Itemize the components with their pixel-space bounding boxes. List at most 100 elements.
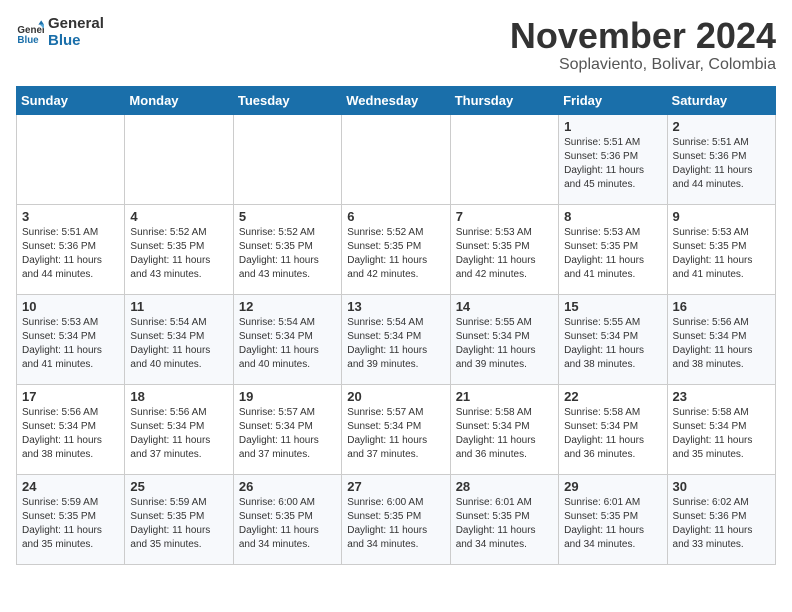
day-number: 6	[347, 209, 444, 224]
page-header: General Blue General Blue November 2024 …	[16, 16, 776, 74]
day-info: Sunrise: 6:01 AMSunset: 5:35 PMDaylight:…	[456, 496, 553, 552]
logo: General Blue General Blue	[16, 16, 104, 49]
day-info: Sunrise: 5:52 AMSunset: 5:35 PMDaylight:…	[239, 226, 336, 282]
day-number: 5	[239, 209, 336, 224]
day-number: 17	[22, 389, 119, 404]
day-number: 29	[564, 479, 661, 494]
day-number: 25	[130, 479, 227, 494]
calendar-cell: 16 Sunrise: 5:56 AMSunset: 5:34 PMDayligh…	[667, 294, 775, 384]
calendar-cell: 8 Sunrise: 5:53 AMSunset: 5:35 PMDaylight…	[559, 204, 667, 294]
day-number: 12	[239, 299, 336, 314]
calendar-cell: 22 Sunrise: 5:58 AMSunset: 5:34 PMDayligh…	[559, 384, 667, 474]
calendar-cell: 6 Sunrise: 5:52 AMSunset: 5:35 PMDaylight…	[342, 204, 450, 294]
calendar-week-3: 10 Sunrise: 5:53 AMSunset: 5:34 PMDayligh…	[17, 294, 776, 384]
calendar-header: SundayMondayTuesdayWednesdayThursdayFrid…	[17, 86, 776, 114]
calendar-cell: 4Sunrise: 5:52 AMSunset: 5:35 PMDaylight…	[125, 204, 233, 294]
day-info: Sunrise: 5:58 AMSunset: 5:34 PMDaylight:…	[456, 406, 553, 462]
calendar-cell: 26Sunrise: 6:00 AMSunset: 5:35 PMDayligh…	[233, 474, 341, 564]
calendar-cell: 30 Sunrise: 6:02 AMSunset: 5:36 PMDayligh…	[667, 474, 775, 564]
month-year: November 2024	[510, 16, 776, 56]
calendar-cell: 15Sunrise: 5:55 AMSunset: 5:34 PMDayligh…	[559, 294, 667, 384]
weekday-header-tuesday: Tuesday	[233, 86, 341, 114]
weekday-header-friday: Friday	[559, 86, 667, 114]
calendar-cell: 11 Sunrise: 5:54 AMSunset: 5:34 PMDayligh…	[125, 294, 233, 384]
calendar-cell	[233, 114, 341, 204]
calendar-cell: 25 Sunrise: 5:59 AMSunset: 5:35 PMDayligh…	[125, 474, 233, 564]
day-number: 4	[130, 209, 227, 224]
day-info: Sunrise: 5:56 AMSunset: 5:34 PMDaylight:…	[673, 316, 770, 372]
calendar-cell: 3Sunrise: 5:51 AMSunset: 5:36 PMDaylight…	[17, 204, 125, 294]
day-number: 8	[564, 209, 661, 224]
day-info: Sunrise: 5:51 AMSunset: 5:36 PMDaylight:…	[22, 226, 119, 282]
weekday-header-saturday: Saturday	[667, 86, 775, 114]
day-info: Sunrise: 6:02 AMSunset: 5:36 PMDaylight:…	[673, 496, 770, 552]
day-info: Sunrise: 5:57 AMSunset: 5:34 PMDaylight:…	[239, 406, 336, 462]
day-info: Sunrise: 6:00 AMSunset: 5:35 PMDaylight:…	[347, 496, 444, 552]
day-info: Sunrise: 5:54 AMSunset: 5:34 PMDaylight:…	[239, 316, 336, 372]
day-info: Sunrise: 5:55 AMSunset: 5:34 PMDaylight:…	[456, 316, 553, 372]
day-number: 18	[130, 389, 227, 404]
calendar-cell: 19 Sunrise: 5:57 AMSunset: 5:34 PMDayligh…	[233, 384, 341, 474]
weekday-header-monday: Monday	[125, 86, 233, 114]
day-info: Sunrise: 5:58 AMSunset: 5:34 PMDaylight:…	[673, 406, 770, 462]
weekday-header-wednesday: Wednesday	[342, 86, 450, 114]
weekday-header-row: SundayMondayTuesdayWednesdayThursdayFrid…	[17, 86, 776, 114]
day-info: Sunrise: 5:54 AMSunset: 5:34 PMDaylight:…	[347, 316, 444, 372]
day-info: Sunrise: 5:51 AMSunset: 5:36 PMDaylight:…	[673, 136, 770, 192]
calendar-cell: 23Sunrise: 5:58 AMSunset: 5:34 PMDayligh…	[667, 384, 775, 474]
day-number: 24	[22, 479, 119, 494]
calendar-cell: 27 Sunrise: 6:00 AMSunset: 5:35 PMDayligh…	[342, 474, 450, 564]
calendar-cell: 7Sunrise: 5:53 AMSunset: 5:35 PMDaylight…	[450, 204, 558, 294]
day-number: 10	[22, 299, 119, 314]
day-number: 22	[564, 389, 661, 404]
day-info: Sunrise: 5:53 AMSunset: 5:35 PMDaylight:…	[564, 226, 661, 282]
day-number: 14	[456, 299, 553, 314]
location: Soplaviento, Bolivar, Colombia	[510, 56, 776, 74]
day-number: 20	[347, 389, 444, 404]
calendar-cell: 10 Sunrise: 5:53 AMSunset: 5:34 PMDayligh…	[17, 294, 125, 384]
day-number: 2	[673, 119, 770, 134]
day-number: 30	[673, 479, 770, 494]
day-info: Sunrise: 5:54 AMSunset: 5:34 PMDaylight:…	[130, 316, 227, 372]
day-info: Sunrise: 5:52 AMSunset: 5:35 PMDaylight:…	[347, 226, 444, 282]
day-info: Sunrise: 5:56 AMSunset: 5:34 PMDaylight:…	[22, 406, 119, 462]
day-number: 28	[456, 479, 553, 494]
day-info: Sunrise: 5:59 AMSunset: 5:35 PMDaylight:…	[130, 496, 227, 552]
day-number: 11	[130, 299, 227, 314]
day-info: Sunrise: 5:56 AMSunset: 5:34 PMDaylight:…	[130, 406, 227, 462]
calendar-cell	[125, 114, 233, 204]
logo-icon: General Blue	[16, 19, 44, 47]
day-number: 19	[239, 389, 336, 404]
calendar-week-4: 17 Sunrise: 5:56 AMSunset: 5:34 PMDayligh…	[17, 384, 776, 474]
weekday-header-thursday: Thursday	[450, 86, 558, 114]
day-info: Sunrise: 5:53 AMSunset: 5:34 PMDaylight:…	[22, 316, 119, 372]
day-number: 7	[456, 209, 553, 224]
day-info: Sunrise: 5:58 AMSunset: 5:34 PMDaylight:…	[564, 406, 661, 462]
day-number: 1	[564, 119, 661, 134]
calendar-cell: 9Sunrise: 5:53 AMSunset: 5:35 PMDaylight…	[667, 204, 775, 294]
calendar-week-1: 1 Sunrise: 5:51 AMSunset: 5:36 PMDaylight…	[17, 114, 776, 204]
day-number: 15	[564, 299, 661, 314]
calendar-cell: 14 Sunrise: 5:55 AMSunset: 5:34 PMDayligh…	[450, 294, 558, 384]
day-number: 27	[347, 479, 444, 494]
weekday-header-sunday: Sunday	[17, 86, 125, 114]
title-block: November 2024 Soplaviento, Bolivar, Colo…	[510, 16, 776, 74]
calendar-week-5: 24 Sunrise: 5:59 AMSunset: 5:35 PMDayligh…	[17, 474, 776, 564]
calendar-cell: 1 Sunrise: 5:51 AMSunset: 5:36 PMDaylight…	[559, 114, 667, 204]
calendar-cell: 29Sunrise: 6:01 AMSunset: 5:35 PMDayligh…	[559, 474, 667, 564]
day-info: Sunrise: 5:51 AMSunset: 5:36 PMDaylight:…	[564, 136, 661, 192]
calendar-cell: 21 Sunrise: 5:58 AMSunset: 5:34 PMDayligh…	[450, 384, 558, 474]
calendar-week-2: 3Sunrise: 5:51 AMSunset: 5:36 PMDaylight…	[17, 204, 776, 294]
day-number: 21	[456, 389, 553, 404]
calendar-cell: 12 Sunrise: 5:54 AMSunset: 5:34 PMDayligh…	[233, 294, 341, 384]
day-info: Sunrise: 5:59 AMSunset: 5:35 PMDaylight:…	[22, 496, 119, 552]
day-number: 13	[347, 299, 444, 314]
calendar-cell: 2 Sunrise: 5:51 AMSunset: 5:36 PMDaylight…	[667, 114, 775, 204]
calendar-cell: 24 Sunrise: 5:59 AMSunset: 5:35 PMDayligh…	[17, 474, 125, 564]
day-number: 16	[673, 299, 770, 314]
calendar-cell	[17, 114, 125, 204]
day-info: Sunrise: 5:53 AMSunset: 5:35 PMDaylight:…	[673, 226, 770, 282]
calendar-cell: 5 Sunrise: 5:52 AMSunset: 5:35 PMDaylight…	[233, 204, 341, 294]
calendar-cell: 18 Sunrise: 5:56 AMSunset: 5:34 PMDayligh…	[125, 384, 233, 474]
calendar-cell: 20Sunrise: 5:57 AMSunset: 5:34 PMDayligh…	[342, 384, 450, 474]
